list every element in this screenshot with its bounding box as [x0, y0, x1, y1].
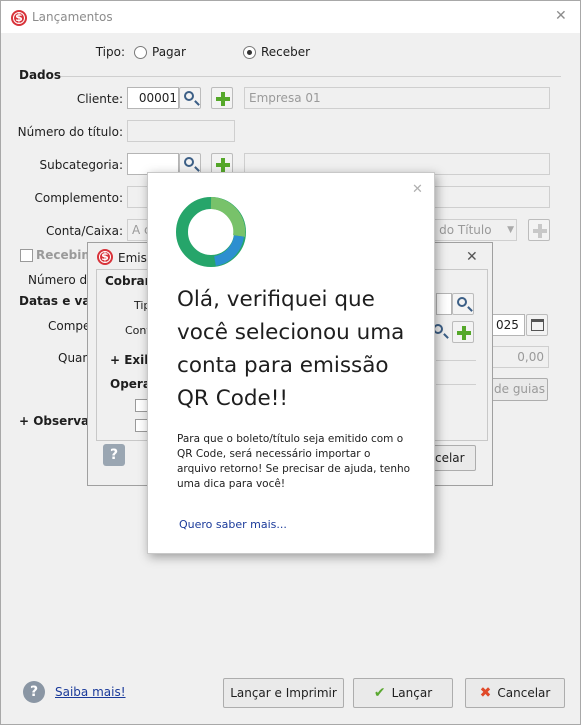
- add-icon: [216, 158, 230, 172]
- calendar-button[interactable]: [526, 314, 548, 336]
- lancar-button-label: Lançar: [391, 686, 433, 700]
- radio-pagar[interactable]: [134, 46, 147, 59]
- conta-caixa-add-button[interactable]: [528, 219, 550, 241]
- emissao-tipo-input[interactable]: [436, 293, 452, 315]
- popup-close-icon[interactable]: ✕: [412, 182, 423, 197]
- chevron-down-icon: ▼: [507, 225, 514, 235]
- search-icon: [184, 157, 194, 167]
- add-icon: [457, 326, 471, 340]
- complemento-label: Complemento:: [34, 191, 123, 205]
- saiba-mais-link[interactable]: Saiba mais!: [55, 685, 126, 699]
- operacoes-divider: [436, 384, 476, 385]
- search-icon: [457, 297, 467, 307]
- radio-receber[interactable]: [243, 46, 256, 59]
- date-input[interactable]: 025: [491, 314, 525, 336]
- guias-button[interactable]: de guias: [491, 378, 548, 401]
- help-icon[interactable]: ?: [23, 681, 45, 703]
- cliente-code-input[interactable]: 00001: [127, 87, 179, 109]
- cliente-search-button[interactable]: [179, 87, 201, 109]
- lancar-imprimir-button[interactable]: Lançar e Imprimir: [223, 678, 344, 708]
- assistant-ring-logo: [176, 197, 246, 267]
- recebimento-checkbox[interactable]: [20, 249, 33, 262]
- dados-section-title: Dados: [19, 68, 62, 82]
- lancar-button[interactable]: ✔ Lançar: [353, 678, 453, 708]
- cliente-label: Cliente:: [76, 92, 123, 106]
- conta-caixa-label: Conta/Caixa:: [46, 224, 123, 238]
- emissao-conta-add-button[interactable]: [452, 321, 474, 343]
- dialog-logo-icon: $: [97, 249, 113, 265]
- cancel-x-icon: ✖: [479, 685, 492, 701]
- cliente-add-button[interactable]: [211, 87, 233, 109]
- title-bar: $ Lançamentos ✕: [1, 1, 580, 33]
- radio-pagar-label[interactable]: Pagar: [152, 45, 186, 59]
- window-title: Lançamentos: [32, 10, 113, 24]
- dialog-close-icon[interactable]: ✕: [466, 249, 478, 265]
- popup-title: Olá, verifiquei que você selecionou uma …: [177, 287, 405, 411]
- subcategoria-label: Subcategoria:: [39, 158, 123, 172]
- numero-titulo-label: Número do título:: [17, 125, 123, 139]
- close-icon[interactable]: ✕: [555, 8, 567, 24]
- search-icon: [184, 91, 194, 101]
- cancelar-button-label: Cancelar: [497, 686, 551, 700]
- quero-saber-mais-link[interactable]: Quero saber mais...: [179, 518, 287, 531]
- tipo-label: Tipo:: [95, 45, 125, 59]
- add-icon: [533, 224, 547, 238]
- app-logo-icon: $: [11, 10, 27, 26]
- numero-do-label: Número do: [28, 273, 95, 287]
- calendar-icon: [531, 319, 544, 331]
- cancelar-button[interactable]: ✖ Cancelar: [465, 678, 565, 708]
- emissao-tipo-search-button[interactable]: [452, 293, 474, 315]
- exibir-divider: [436, 360, 476, 361]
- dados-divider: [61, 76, 561, 77]
- add-icon: [216, 92, 230, 106]
- value-input[interactable]: 0,00: [491, 346, 549, 368]
- dialog-help-icon[interactable]: ?: [103, 444, 125, 466]
- popup-body: Para que o boleto/título seja emitido co…: [177, 433, 411, 490]
- cliente-name-field: Empresa 01: [244, 87, 550, 109]
- numero-titulo-input[interactable]: [127, 120, 235, 142]
- radio-receber-label[interactable]: Receber: [261, 45, 310, 59]
- checkmark-icon: ✔: [373, 685, 386, 701]
- qrcode-popup: ✕ Olá, verifiquei que você selecionou um…: [147, 172, 435, 554]
- conta-caixa-value-right: o do Título: [428, 223, 492, 237]
